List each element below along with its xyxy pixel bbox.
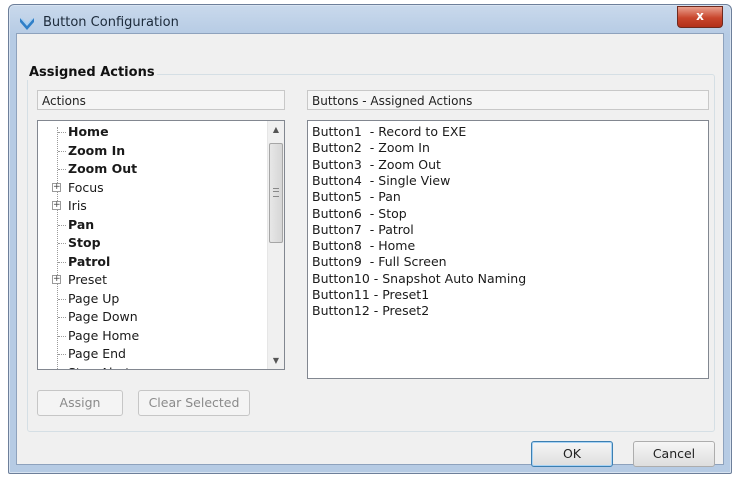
actions-tree[interactable]: Home Zoom In Zoom Out + Focus + Iris Pan Stop Pat… (37, 120, 285, 370)
scroll-up-arrow[interactable]: ▲ (268, 121, 284, 138)
assigned-action-item[interactable]: Button5 - Pan (312, 189, 401, 205)
tree-branch-line (58, 261, 66, 263)
assigned-action-item[interactable]: Button2 - Zoom In (312, 140, 430, 156)
tree-item-label: Stop Alert (68, 364, 130, 370)
tree-branch-line (58, 298, 66, 300)
assigned-header: Buttons - Assigned Actions (307, 90, 709, 110)
assigned-action-item[interactable]: Button12 - Preset2 (312, 303, 429, 319)
assigned-list[interactable]: Button1 - Record to EXE Button2 - Zoom In… (307, 120, 709, 379)
tree-item-label: Zoom Out (68, 161, 138, 176)
tree-branch-line (58, 243, 66, 244)
window-title: Button Configuration (43, 15, 179, 30)
tree-item-label: Home (68, 124, 109, 139)
tree-item-label: Patrol (68, 253, 111, 269)
tree-item-label: Pan (68, 216, 95, 232)
assigned-action-item[interactable]: Button3 - Zoom Out (312, 157, 441, 173)
tree-item-label: Page Up (68, 290, 120, 306)
tree-item-label: Page End (68, 346, 126, 361)
tree-connector-line (57, 127, 59, 369)
assigned-action-item[interactable]: Button10 - Snapshot Auto Naming (312, 271, 526, 287)
tree-item-label: Page Down (68, 309, 138, 324)
tree-branch-line (58, 224, 66, 226)
tree-item-label: Iris (68, 198, 87, 213)
scroll-grip-icon (273, 188, 279, 197)
tree-item-label: Stop (68, 235, 101, 250)
tree-branch-line (58, 132, 66, 133)
scroll-thumb[interactable] (269, 143, 283, 243)
ok-button[interactable]: OK (531, 441, 613, 467)
assigned-action-item[interactable]: Button8 - Home (312, 238, 415, 254)
actions-header: Actions (37, 90, 285, 110)
tree-branch-line (58, 317, 66, 318)
group-title: Assigned Actions (27, 65, 157, 80)
expand-plus-icon[interactable]: + (52, 182, 61, 192)
tree-item-label: Preset (68, 272, 107, 287)
actions-scrollbar[interactable]: ▲ ▼ (267, 121, 284, 369)
tree-item-label: Zoom In (68, 142, 126, 158)
app-chevron-icon (20, 18, 34, 30)
assigned-action-item[interactable]: Button7 - Patrol (312, 222, 414, 238)
scroll-down-arrow[interactable]: ▼ (268, 352, 284, 369)
tree-item-label: Page Home (68, 327, 140, 343)
assigned-action-item[interactable]: Button9 - Full Screen (312, 254, 447, 270)
expand-plus-icon[interactable]: + (52, 201, 61, 210)
assigned-action-item[interactable]: Button4 - Single View (312, 173, 450, 189)
tree-branch-line (58, 169, 66, 170)
cancel-button[interactable]: Cancel (633, 441, 715, 467)
close-button[interactable]: x (677, 6, 723, 28)
dialog-client-area: Assigned Actions Actions Home Zoom In Zoom… (16, 33, 724, 467)
tree-branch-line (58, 354, 66, 355)
assigned-action-item[interactable]: Button1 - Record to EXE (312, 124, 466, 140)
assigned-action-item[interactable]: Button6 - Stop (312, 206, 407, 222)
clear-selected-button[interactable]: Clear Selected (138, 390, 250, 416)
assigned-action-item[interactable]: Button11 - Preset1 (312, 287, 429, 303)
tree-branch-line (58, 335, 66, 337)
tree-branch-line (58, 150, 66, 152)
tree-item-label: Focus (68, 179, 104, 195)
expand-plus-icon[interactable]: + (52, 275, 61, 284)
assign-button[interactable]: Assign (37, 390, 123, 416)
